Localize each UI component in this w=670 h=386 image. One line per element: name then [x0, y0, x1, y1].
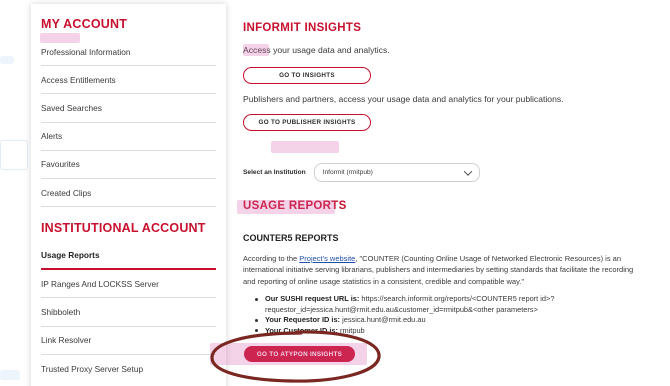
highlight-mark	[243, 44, 269, 56]
sidebar-item-shibboleth[interactable]: Shibboleth	[41, 298, 216, 327]
go-to-publisher-insights-button[interactable]: GO TO PUBLISHER INSIGHTS	[243, 114, 371, 131]
list-item: Our SUSHI request URL is: https://search…	[253, 294, 648, 315]
background-artifact	[0, 370, 20, 380]
institutional-account-menu: Usage Reports IP Ranges And LOCKSS Serve…	[41, 242, 216, 383]
counter-details-list: Our SUSHI request URL is: https://search…	[253, 294, 648, 336]
sidebar-item-alerts[interactable]: Alerts	[41, 123, 216, 151]
counter5-heading: COUNTER5 REPORTS	[243, 233, 339, 243]
institution-select[interactable]: Informit (rmitpub)	[313, 163, 480, 182]
sidebar-item-label: Usage Reports	[41, 250, 100, 261]
my-account-heading: MY ACCOUNT	[41, 17, 128, 31]
projects-website-link[interactable]: Project's website	[299, 254, 355, 263]
account-sidebar: MY ACCOUNT Professional Information Acce…	[31, 4, 226, 386]
list-item: Your Requestor ID is: jessica.hunt@rmit.…	[253, 315, 648, 326]
highlight-mark	[237, 200, 335, 214]
highlight-mark	[271, 141, 339, 153]
sidebar-item-link-resolver[interactable]: Link Resolver	[41, 327, 216, 355]
list-item: Your Customer ID is: rmitpub	[253, 326, 648, 337]
sidebar-item-label: Professional Information	[41, 46, 131, 57]
highlight-mark	[210, 343, 367, 365]
publishers-description: Publishers and partners, access your usa…	[243, 94, 564, 104]
sidebar-item-ip-ranges[interactable]: IP Ranges And LOCKSS Server	[41, 270, 216, 299]
background-artifact	[0, 56, 14, 64]
chevron-down-icon	[463, 166, 472, 176]
highlight-mark	[40, 33, 80, 43]
insights-heading: INFORMIT INSIGHTS	[243, 22, 362, 34]
sidebar-item-label: Link Resolver	[41, 335, 92, 346]
sidebar-item-label: Saved Searches	[41, 102, 102, 113]
institution-select-label: Select an Institution	[243, 169, 306, 176]
go-to-insights-button[interactable]: GO TO INSIGHTS	[243, 67, 371, 84]
background-artifact	[0, 140, 28, 170]
sidebar-item-saved-searches[interactable]: Saved Searches	[41, 94, 216, 123]
sidebar-item-label: Shibboleth	[41, 306, 81, 317]
sidebar-item-label: Created Clips	[41, 187, 92, 198]
institution-select-value: Informit (rmitpub)	[322, 169, 373, 176]
counter-description: According to the Project's website, "COU…	[243, 254, 634, 286]
sidebar-item-label: Favourites	[41, 159, 80, 170]
sidebar-item-trusted-proxy[interactable]: Trusted Proxy Server Setup	[41, 355, 216, 383]
my-account-menu: Professional Information Access Entitlem…	[41, 38, 216, 208]
sidebar-item-label: Trusted Proxy Server Setup	[41, 363, 144, 374]
sidebar-item-created-clips[interactable]: Created Clips	[41, 179, 216, 208]
sidebar-item-access-entitlements[interactable]: Access Entitlements	[41, 66, 216, 95]
sidebar-item-label: Alerts	[41, 131, 63, 142]
sidebar-item-usage-reports[interactable]: Usage Reports	[41, 242, 216, 271]
institutional-account-heading: INSTITUTIONAL ACCOUNT	[41, 221, 206, 235]
sidebar-item-label: IP Ranges And LOCKSS Server	[41, 278, 159, 289]
institution-selector: Select an Institution Informit (rmitpub)	[243, 163, 480, 182]
sidebar-item-label: Access Entitlements	[41, 74, 116, 85]
sidebar-item-favourites[interactable]: Favourites	[41, 151, 216, 179]
